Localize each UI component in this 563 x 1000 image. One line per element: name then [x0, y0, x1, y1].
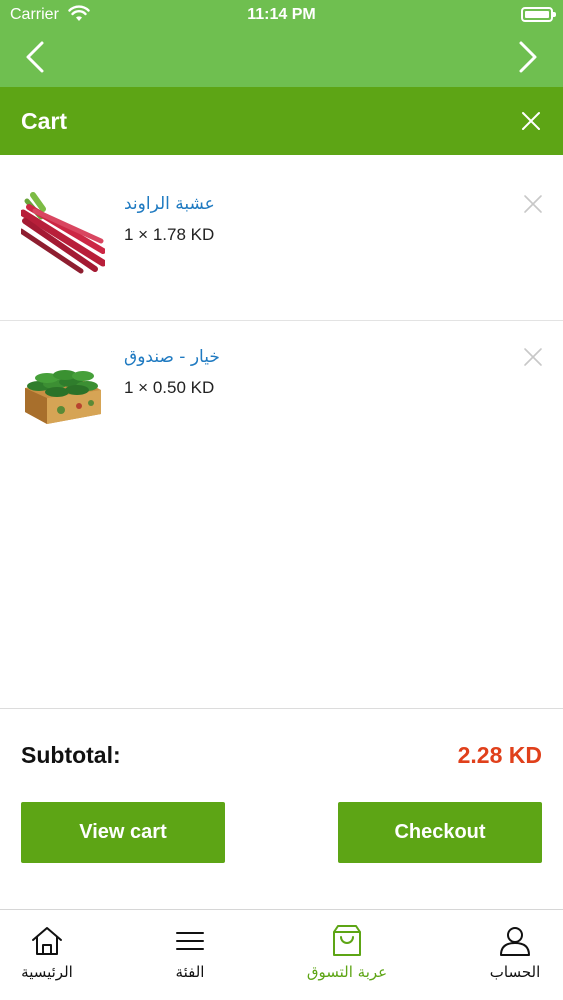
subtotal-divider: [0, 708, 563, 709]
item-name[interactable]: عشبة الراوند: [124, 194, 215, 214]
close-icon[interactable]: [521, 111, 541, 131]
cucumber-box-product-image[interactable]: [21, 348, 105, 432]
cart-title: Cart: [21, 108, 68, 134]
item-quantity-price: 1 × 1.78 KD: [124, 225, 215, 244]
back-arrow-icon[interactable]: [20, 40, 50, 74]
tab-account[interactable]: الحساب: [465, 910, 563, 1000]
cart-item: خيار - صندوق 1 × 0.50 KD: [0, 322, 563, 472]
view-cart-button[interactable]: View cart: [21, 802, 225, 863]
tab-home[interactable]: الرئيسية: [0, 910, 97, 1000]
remove-item-icon[interactable]: [523, 347, 543, 367]
tab-label: عربة التسوق: [306, 963, 388, 981]
cart-header: Cart: [0, 87, 563, 155]
subtotal-label: Subtotal:: [21, 742, 121, 768]
clock: 11:14 PM: [247, 6, 316, 23]
tab-label: الرئيسية: [21, 963, 73, 981]
item-name[interactable]: خيار - صندوق: [124, 347, 220, 367]
user-icon: [500, 927, 530, 956]
rhubarb-product-image[interactable]: [21, 191, 105, 275]
status-bar: Carrier 11:14 PM: [0, 0, 563, 30]
battery-icon: [521, 7, 556, 22]
subtotal-value: 2.28 KD: [457, 742, 542, 768]
tab-category[interactable]: الفئة: [140, 910, 240, 1000]
item-quantity-price: 1 × 0.50 KD: [124, 378, 215, 397]
tab-label: الحساب: [489, 963, 541, 981]
bottom-tab-bar: الرئيسية الفئة عربة التسوق الحساب: [0, 909, 563, 1000]
remove-item-icon[interactable]: [523, 194, 543, 214]
menu-icon: [176, 932, 204, 950]
tab-cart[interactable]: عربة التسوق: [297, 910, 397, 1000]
tab-label: الفئة: [175, 963, 205, 981]
top-navigation-bar: Carrier 11:14 PM: [0, 0, 563, 87]
app-screen: Carrier 11:14 PM Cart عشبة الراوند 1 × 1…: [0, 0, 563, 1000]
cart-item: عشبة الراوند 1 × 1.78 KD: [0, 155, 563, 321]
shopping-bag-icon: [333, 925, 361, 956]
forward-arrow-icon[interactable]: [513, 40, 543, 74]
home-icon: [32, 927, 62, 955]
checkout-button[interactable]: Checkout: [338, 802, 542, 863]
